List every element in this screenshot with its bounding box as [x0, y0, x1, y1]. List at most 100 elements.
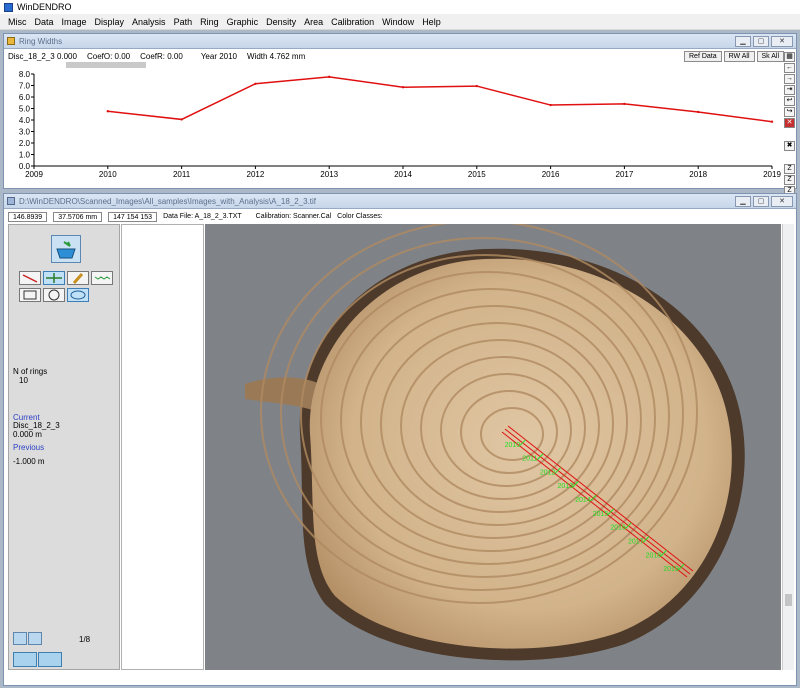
zoom-out-icon[interactable]: [28, 632, 42, 645]
menu-calibration[interactable]: Calibration: [327, 17, 378, 27]
grid-tool-icon[interactable]: [43, 271, 65, 285]
y-tick-label: 1.0: [19, 151, 31, 160]
menu-misc[interactable]: Misc: [4, 17, 31, 27]
lasso-icon[interactable]: [67, 288, 89, 302]
image-info-bar: 146.8939 37.5706 mm 147 154 153 Data Fil…: [8, 211, 383, 222]
zoom-z2-icon[interactable]: Z: [784, 175, 795, 185]
y-tick-label: 4.0: [19, 116, 31, 125]
x-tick-label: 2010: [99, 170, 117, 179]
sample-name: Disc_18_2_3: [8, 52, 55, 61]
arrow-end-icon[interactable]: ⇥: [784, 85, 795, 95]
x-tick-label: 2011: [173, 170, 191, 179]
coef-o: CoefO: 0.00: [86, 52, 131, 61]
previous-value: -1.000 m: [13, 457, 45, 466]
scrollbar-thumb[interactable]: [785, 594, 792, 606]
previous-label: Previous: [13, 443, 45, 452]
ring-year-label: 2016: [610, 525, 626, 532]
undo-icon[interactable]: ↩: [784, 96, 795, 106]
minimize-button[interactable]: ▁: [735, 195, 751, 207]
menu-density[interactable]: Density: [262, 17, 300, 27]
year-readout: Year 2010: [200, 52, 237, 61]
clear-icon[interactable]: ✖: [784, 141, 795, 151]
y-tick-label: 8.0: [19, 70, 31, 79]
coef-r: CoefR: 0.00: [140, 52, 183, 61]
ring-button-group: Ref Data RW All Sk All: [684, 51, 785, 62]
sample-value: 0.000: [56, 52, 77, 61]
ring-side-toolbar: ▦ ← → ⇥ ↩ ↪ ✕ ✖ Z Z Z 1: [784, 52, 796, 207]
menu-path[interactable]: Path: [170, 17, 197, 27]
close-button[interactable]: ✕: [771, 195, 793, 207]
menu-help[interactable]: Help: [418, 17, 445, 27]
coord-x: 146.8939: [8, 211, 48, 222]
ring-year-label: 2019: [663, 566, 679, 573]
points-icon[interactable]: [91, 271, 113, 285]
image-window-titlebar: D:\WinDENDRO\Scanned_Images\All_samples\…: [4, 194, 796, 209]
circle-icon[interactable]: [43, 288, 65, 302]
ring-year-label: 2015: [593, 511, 609, 518]
maximize-button[interactable]: ▢: [753, 195, 769, 207]
app-title: WinDENDRO: [17, 2, 72, 12]
maximize-button[interactable]: ▢: [753, 35, 769, 47]
ring-width-point: [549, 103, 552, 107]
image-window: D:\WinDENDRO\Scanned_Images\All_samples\…: [3, 193, 797, 686]
zoom-buttons: [13, 632, 42, 645]
ring-year-label: 2013: [557, 483, 573, 490]
ring-width-point: [254, 82, 257, 85]
y-tick-label: 6.0: [19, 93, 31, 102]
minimize-button[interactable]: ▁: [735, 35, 751, 47]
menubar: Misc Data Image Display Analysis Path Ri…: [0, 14, 800, 30]
y-tick-label: 7.0: [19, 82, 31, 91]
menu-analysis[interactable]: Analysis: [128, 17, 170, 27]
ring-width-point: [770, 120, 774, 123]
horizontal-line-icon[interactable]: [13, 652, 37, 667]
redo-icon[interactable]: ↪: [784, 107, 795, 117]
basket-icon[interactable]: [51, 235, 81, 263]
menu-ring[interactable]: Ring: [196, 17, 223, 27]
menu-window[interactable]: Window: [378, 17, 418, 27]
menu-graphic[interactable]: Graphic: [223, 17, 263, 27]
close-button[interactable]: ✕: [771, 35, 793, 47]
pencil-icon[interactable]: [67, 271, 89, 285]
ring-path-icon[interactable]: [19, 271, 41, 285]
sk-all-button[interactable]: Sk All: [756, 51, 785, 62]
ring-year-label: 2018: [646, 552, 662, 559]
ring-widths-window: Ring Widths ▁ ▢ ✕ Disc_18_2_3 0.000 Coef…: [3, 33, 797, 207]
x-tick-label: 2014: [394, 170, 412, 179]
app-titlebar: WinDENDRO: [0, 0, 800, 14]
x-tick-label: 2016: [542, 170, 560, 179]
grid-icon[interactable]: ▦: [784, 52, 795, 62]
ring-width-point: [623, 102, 626, 106]
ring-width-point: [106, 110, 110, 113]
ring-widths-titlebar: Ring Widths ▁ ▢ ✕: [4, 34, 796, 49]
tool-panel: N of rings 10 Current Disc_18_2_3 0.000 …: [8, 224, 120, 670]
tree-disc-picture: 2010201120122013201420152016201720182019: [205, 224, 781, 670]
coord-y: 37.5706 mm: [53, 211, 103, 222]
rw-all-button[interactable]: RW All: [723, 51, 755, 62]
zoom-in-icon[interactable]: [13, 632, 27, 645]
zoom-z-icon[interactable]: Z: [784, 164, 795, 174]
x-tick-label: 2019: [763, 170, 781, 179]
menu-data[interactable]: Data: [31, 17, 58, 27]
ref-data-button[interactable]: Ref Data: [684, 51, 722, 62]
ring-width-point: [697, 110, 700, 114]
rectangle-icon[interactable]: [19, 288, 41, 302]
arrow-right-icon[interactable]: →: [784, 74, 795, 84]
arrow-left-icon[interactable]: ←: [784, 63, 795, 73]
ring-year-label: 2014: [575, 497, 591, 504]
vertical-line-icon[interactable]: [38, 652, 62, 667]
ring-width-point: [475, 84, 478, 88]
tree-disc-image[interactable]: 2010 2011 2012 2013 2014 2015 2016 2017 2018 2019: [205, 224, 781, 670]
y-tick-label: 3.0: [19, 128, 31, 137]
ring-widths-title: Ring Widths: [19, 36, 63, 46]
sample-list[interactable]: [121, 224, 204, 670]
menu-display[interactable]: Display: [91, 17, 129, 27]
width-readout: Width 4.762 mm: [247, 52, 306, 61]
menu-image[interactable]: Image: [58, 17, 91, 27]
x-tick-label: 2012: [247, 170, 265, 179]
delete-icon[interactable]: ✕: [784, 118, 795, 128]
menu-area[interactable]: Area: [300, 17, 327, 27]
pixel-color: 147 154 153: [108, 211, 158, 222]
image-vertical-scrollbar[interactable]: [782, 224, 794, 670]
ring-width-point: [180, 118, 183, 121]
page-indicator: 1/8: [79, 635, 91, 644]
